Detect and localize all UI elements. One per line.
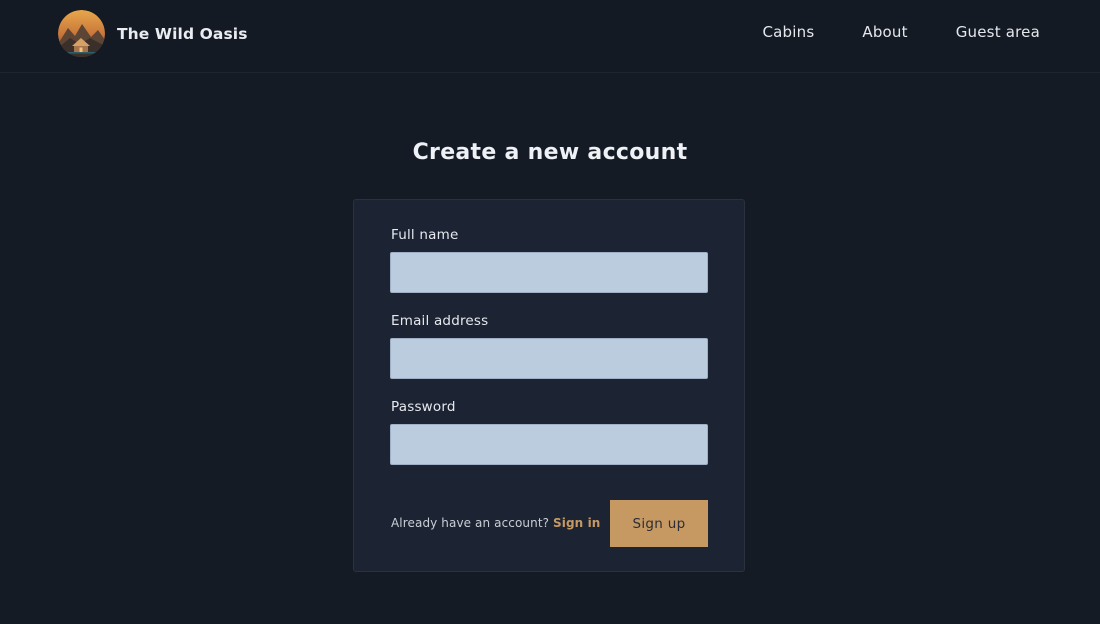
sign-in-link[interactable]: Sign in [553,516,600,530]
page-title: Create a new account [412,140,688,165]
email-label: Email address [391,313,489,329]
cabin-mountain-logo-icon [58,10,105,57]
sign-up-button[interactable]: Sign up [610,500,708,547]
full-name-input[interactable] [390,252,708,293]
home-logo-link[interactable]: The Wild Oasis [58,10,248,57]
signup-form: Full name Email address Password Already… [353,199,745,572]
have-account-text: Already have an account? [391,516,550,530]
password-input[interactable] [390,424,708,465]
nav-item-guest-area[interactable]: Guest area [956,23,1040,41]
password-label: Password [391,399,456,415]
nav-item-about[interactable]: About [862,23,907,41]
brand-name: The Wild Oasis [117,24,248,43]
nav-item-cabins[interactable]: Cabins [762,23,814,41]
main-navigation: Cabins About Guest area [762,23,1040,41]
full-name-label: Full name [391,227,459,243]
email-input[interactable] [390,338,708,379]
site-header: The Wild Oasis Cabins About Guest area [0,0,1100,73]
sign-in-prompt: Already have an account? Sign in [391,516,600,530]
